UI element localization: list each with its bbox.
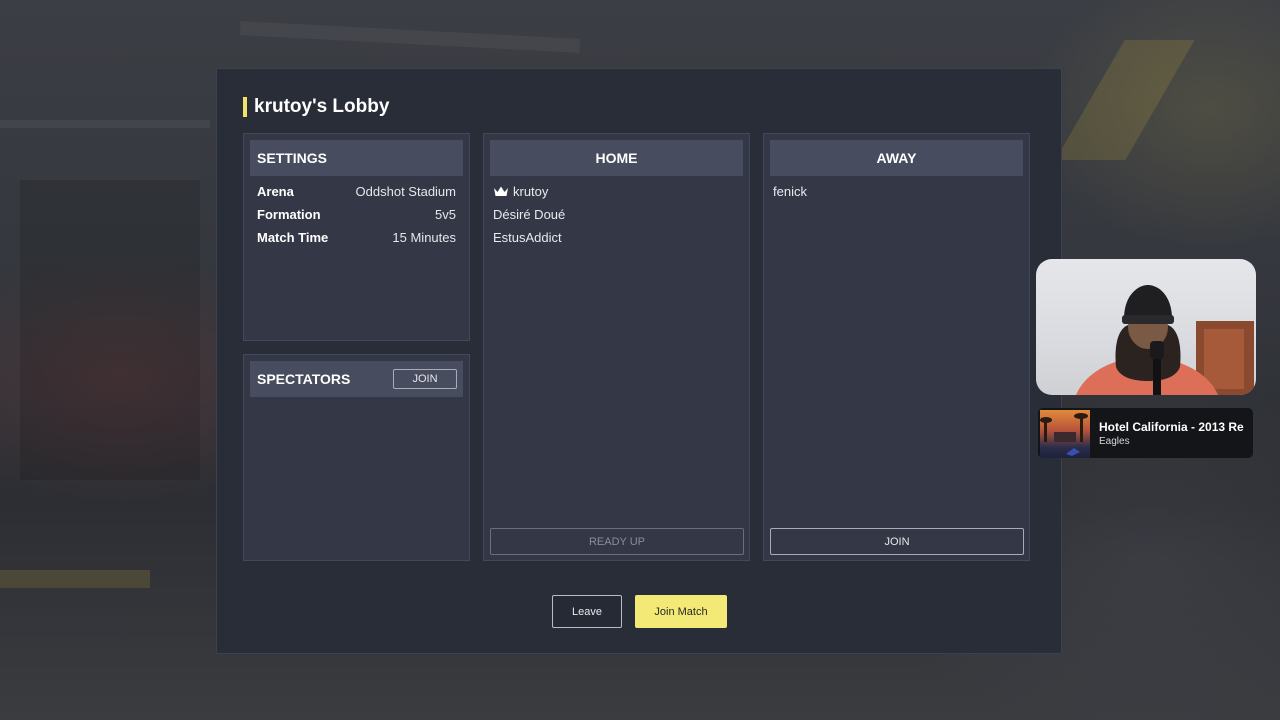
streamer-camera-image	[1076, 285, 1254, 395]
setting-value: Oddshot Stadium	[355, 183, 456, 199]
settings-header: SETTINGS	[250, 140, 463, 176]
settings-header-label: SETTINGS	[257, 150, 328, 166]
crown-icon	[494, 186, 508, 196]
away-header-label: AWAY	[876, 150, 917, 166]
home-team-card: HOME krutoy Désiré Doué EstusAddict READ…	[483, 133, 750, 561]
setting-row-match-time: Match Time 15 Minutes	[257, 228, 456, 246]
title-accent-bar	[243, 97, 247, 117]
setting-value: 15 Minutes	[392, 229, 456, 245]
now-playing-widget: Hotel California - 2013 Re Eagles	[1038, 408, 1253, 458]
leave-button[interactable]: Leave	[552, 595, 622, 628]
webcam-overlay	[1036, 259, 1256, 395]
spectators-join-button[interactable]: JOIN	[393, 369, 457, 389]
ready-up-button[interactable]: READY UP	[490, 528, 744, 555]
home-header-label: HOME	[595, 150, 638, 166]
home-player-row: krutoy	[493, 182, 548, 200]
setting-row-arena: Arena Oddshot Stadium	[257, 182, 456, 200]
player-name: fenick	[773, 183, 807, 199]
player-name: krutoy	[513, 183, 549, 199]
spectators-card: SPECTATORS JOIN	[243, 354, 470, 561]
home-player-row: Désiré Doué	[493, 205, 565, 223]
setting-value: 5v5	[435, 206, 456, 222]
home-player-row: EstusAddict	[493, 228, 562, 246]
join-match-button[interactable]: Join Match	[635, 595, 727, 628]
settings-card: SETTINGS Arena Oddshot Stadium Formation…	[243, 133, 470, 341]
player-name: Désiré Doué	[493, 206, 566, 222]
home-header: HOME	[490, 140, 743, 176]
setting-label: Formation	[257, 206, 321, 222]
player-name: EstusAddict	[493, 229, 562, 245]
away-join-button[interactable]: JOIN	[770, 528, 1024, 555]
track-title: Hotel California - 2013 Re	[1099, 420, 1244, 434]
lobby-title-text: krutoy's Lobby	[254, 96, 390, 117]
away-team-card: AWAY fenick JOIN	[763, 133, 1030, 561]
track-artist: Eagles	[1099, 436, 1130, 447]
setting-label: Arena	[257, 183, 294, 199]
spectators-header-label: SPECTATORS	[257, 371, 351, 387]
away-header: AWAY	[770, 140, 1023, 176]
album-art-image	[1040, 410, 1090, 458]
away-player-row: fenick	[773, 182, 807, 200]
lobby-title: krutoy's Lobby	[243, 96, 389, 118]
setting-label: Match Time	[257, 229, 329, 245]
setting-row-formation: Formation 5v5	[257, 205, 456, 223]
